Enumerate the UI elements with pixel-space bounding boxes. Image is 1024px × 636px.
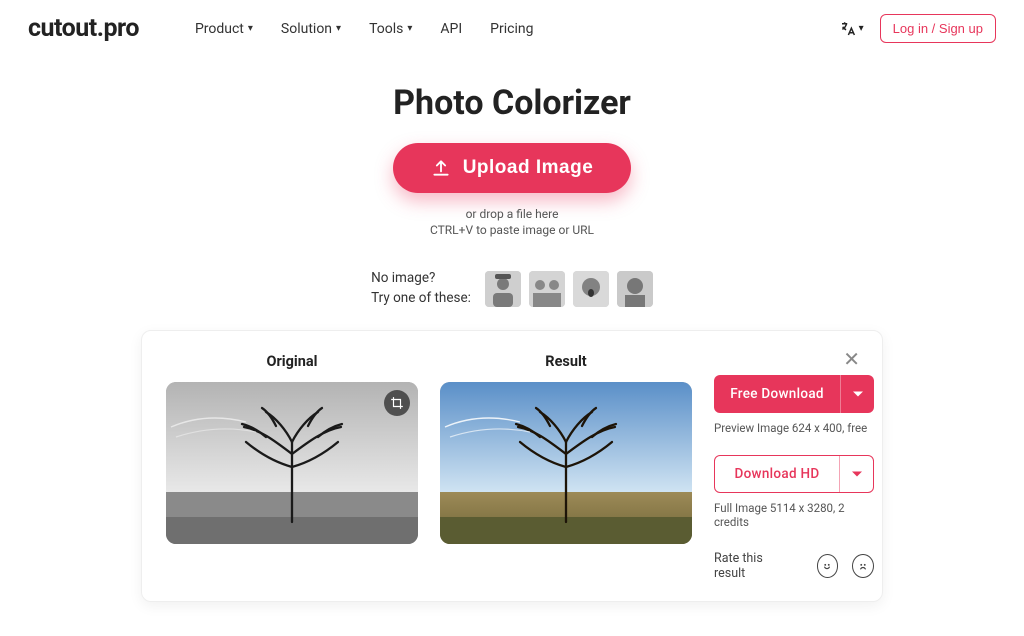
sample-image-4[interactable] bbox=[617, 271, 653, 307]
smile-icon bbox=[820, 559, 834, 573]
actions-column: Free Download Preview Image 624 x 400, f… bbox=[714, 353, 874, 581]
upload-button-label: Upload Image bbox=[463, 157, 594, 179]
nav-tools-label: Tools bbox=[369, 21, 403, 37]
nav-pricing[interactable]: Pricing bbox=[490, 21, 533, 37]
crop-button[interactable] bbox=[384, 390, 410, 416]
rate-positive-button[interactable] bbox=[817, 554, 839, 578]
chevron-down-icon: ▾ bbox=[407, 24, 412, 34]
original-image bbox=[166, 382, 418, 544]
nav-solution-label: Solution bbox=[281, 21, 332, 37]
hero: Photo Colorizer Upload Image or drop a f… bbox=[0, 83, 1024, 308]
frown-icon bbox=[856, 559, 870, 573]
nav-product[interactable]: Product ▾ bbox=[195, 21, 253, 37]
drop-hint: or drop a file here bbox=[0, 207, 1024, 221]
download-hd-label: Download HD bbox=[715, 456, 839, 492]
download-hd-button[interactable]: Download HD bbox=[714, 455, 874, 493]
language-switcher[interactable]: ▾ bbox=[839, 20, 864, 38]
nav-solution[interactable]: Solution ▾ bbox=[281, 21, 341, 37]
nav-product-label: Product bbox=[195, 21, 244, 37]
caret-down-icon bbox=[851, 468, 863, 480]
free-download-label: Free Download bbox=[714, 375, 840, 413]
nav-api[interactable]: API bbox=[440, 21, 462, 37]
sample-hint: No image? Try one of these: bbox=[371, 269, 471, 308]
result-label: Result bbox=[440, 353, 692, 370]
translate-icon bbox=[839, 20, 857, 38]
close-icon[interactable]: ✕ bbox=[843, 349, 860, 369]
rate-row: Rate this result bbox=[714, 551, 874, 581]
free-download-button[interactable]: Free Download bbox=[714, 375, 874, 413]
paste-hint: CTRL+V to paste image or URL bbox=[0, 223, 1024, 237]
preview-info: Preview Image 624 x 400, free bbox=[714, 421, 874, 435]
nav-pricing-label: Pricing bbox=[490, 21, 533, 37]
chevron-down-icon: ▾ bbox=[336, 24, 341, 34]
sample-image-2[interactable] bbox=[529, 271, 565, 307]
original-column: Original bbox=[166, 353, 418, 581]
sample-image-3[interactable] bbox=[573, 271, 609, 307]
sample-row: No image? Try one of these: bbox=[0, 269, 1024, 308]
chevron-down-icon: ▾ bbox=[859, 24, 864, 34]
result-card: ✕ Original bbox=[141, 330, 883, 602]
download-hd-caret[interactable] bbox=[839, 456, 873, 492]
upload-icon bbox=[431, 158, 451, 178]
crop-icon bbox=[390, 396, 404, 410]
header: cutout.pro Product ▾ Solution ▾ Tools ▾ … bbox=[0, 0, 1024, 57]
upload-image-button[interactable]: Upload Image bbox=[393, 143, 632, 193]
sample-image-1[interactable] bbox=[485, 271, 521, 307]
rate-label: Rate this result bbox=[714, 551, 789, 581]
rate-negative-button[interactable] bbox=[852, 554, 874, 578]
chevron-down-icon: ▾ bbox=[248, 24, 253, 34]
page-title: Photo Colorizer bbox=[0, 83, 1024, 123]
result-image bbox=[440, 382, 692, 544]
free-download-caret[interactable] bbox=[840, 375, 874, 413]
nav-tools[interactable]: Tools ▾ bbox=[369, 21, 412, 37]
nav-api-label: API bbox=[440, 21, 462, 37]
brand-logo[interactable]: cutout.pro bbox=[28, 14, 139, 43]
login-signup-button[interactable]: Log in / Sign up bbox=[880, 14, 996, 43]
full-image-info: Full Image 5114 x 3280, 2 credits bbox=[714, 501, 874, 529]
caret-down-icon bbox=[852, 388, 864, 400]
result-column: Result bbox=[440, 353, 692, 581]
original-label: Original bbox=[166, 353, 418, 370]
main-nav: Product ▾ Solution ▾ Tools ▾ API Pricing bbox=[195, 21, 811, 37]
